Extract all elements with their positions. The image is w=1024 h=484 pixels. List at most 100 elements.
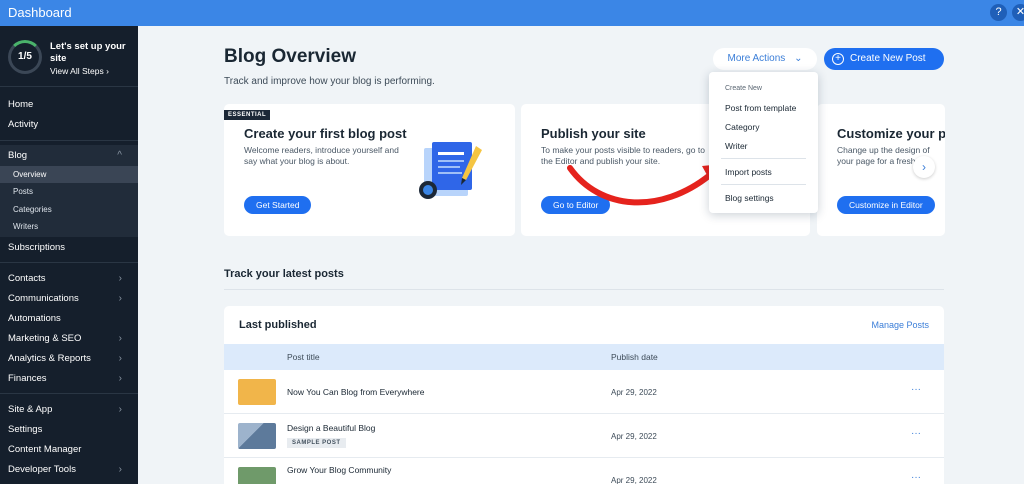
sidebar-item-label: Content Manager (8, 444, 82, 455)
sidebar-item-label: Settings (8, 424, 43, 435)
sample-post-tag: SAMPLE POST (287, 438, 346, 448)
chevron-up-icon: ^ (117, 150, 122, 161)
table-row[interactable]: Design a Beautiful Blog SAMPLE POST Apr … (224, 414, 944, 458)
post-title: Now You Can Blog from Everywhere (287, 387, 425, 397)
progress-ring: 1/5 (8, 40, 42, 74)
sidebar-item-label: Blog (8, 150, 28, 161)
sidebar-item-home[interactable]: Home (0, 96, 138, 114)
sidebar-item-label: Contacts (8, 273, 46, 284)
more-options-icon[interactable]: ··· (911, 472, 921, 483)
sidebar-item-automations[interactable]: Automations (0, 310, 138, 328)
manage-posts-link[interactable]: Manage Posts (871, 320, 929, 330)
plus-icon: + (832, 53, 844, 65)
annotation-arrow (567, 164, 722, 206)
menu-item-post-from-template[interactable]: Post from template (725, 103, 796, 113)
dropdown-divider (721, 158, 806, 159)
menu-item-blog-settings[interactable]: Blog settings (725, 193, 774, 203)
card-description: Welcome readers, introduce yourself and … (244, 145, 399, 166)
column-header-publish-date: Publish date (611, 352, 658, 362)
page-subtitle: Track and improve how your blog is perfo… (224, 76, 435, 87)
page-title: Blog Overview (224, 46, 356, 67)
sidebar-item-label: Activity (8, 119, 39, 130)
chevron-right-icon: › (118, 273, 122, 284)
get-started-button[interactable]: Get Started (244, 196, 312, 214)
sidebar-item-developer-tools[interactable]: Developer Tools › (0, 461, 138, 479)
main-content: Blog Overview Track and improve how your… (138, 26, 1024, 484)
create-new-post-button[interactable]: + Create New Post (824, 48, 944, 70)
sidebar: 1/5 Let's set up your site View All Step… (0, 26, 138, 484)
sidebar-item-finances[interactable]: Finances › (0, 370, 138, 388)
last-published-card: Last published Manage Posts Post title P… (224, 306, 944, 484)
sidebar-item-label: Communications (8, 293, 79, 304)
sidebar-divider (0, 262, 138, 263)
sidebar-subitem-label: Writers (13, 222, 39, 231)
menu-item-category[interactable]: Category (725, 122, 760, 132)
more-actions-button[interactable]: More Actions ⌄ (713, 48, 817, 70)
sidebar-subitem-label: Posts (13, 187, 34, 196)
sidebar-subitem-overview[interactable]: Overview (0, 166, 138, 183)
post-title: Grow Your Blog Community (287, 465, 392, 475)
menu-item-import-posts[interactable]: Import posts (725, 167, 772, 177)
sidebar-item-label: Marketing & SEO (8, 333, 82, 344)
sidebar-item-label: Finances (8, 373, 47, 384)
setup-progress[interactable]: 1/5 Let's set up your site View All Step… (0, 26, 138, 87)
sidebar-item-label: Subscriptions (8, 242, 66, 253)
app-title: Dashboard (8, 5, 72, 20)
menu-item-writer[interactable]: Writer (725, 141, 748, 151)
card-title: Create your first blog post (244, 126, 407, 141)
help-icon[interactable]: ? (990, 4, 1007, 21)
sidebar-item-contacts[interactable]: Contacts › (0, 270, 138, 288)
top-bar: Dashboard ? ✕ (0, 0, 1024, 26)
publish-date: Apr 29, 2022 (611, 476, 657, 484)
close-icon[interactable]: ✕ (1012, 4, 1024, 21)
column-header-post-title: Post title (287, 352, 320, 362)
sidebar-subitem-writers[interactable]: Writers (0, 218, 138, 235)
dropdown-heading: Create New (725, 85, 762, 92)
last-published-title: Last published (239, 319, 317, 331)
chevron-down-icon: ⌄ (794, 53, 803, 64)
sidebar-subitem-categories[interactable]: Categories (0, 201, 138, 218)
card-title: Publish your site (541, 126, 646, 141)
table-row[interactable]: Now You Can Blog from Everywhere Apr 29,… (224, 370, 944, 414)
card-first-post: ESSENTIAL Create your first blog post We… (224, 104, 515, 236)
post-thumbnail (238, 379, 276, 405)
sidebar-subitem-label: Categories (13, 205, 52, 214)
sidebar-item-label: Home (8, 99, 34, 110)
chevron-right-icon: › (118, 293, 122, 304)
card-title: Customize your p (837, 126, 945, 141)
sidebar-item-communications[interactable]: Communications › (0, 290, 138, 308)
setup-title: Let's set up your site (50, 41, 126, 64)
sidebar-item-label: Site & App (8, 404, 53, 415)
customize-in-editor-button[interactable]: Customize in Editor (837, 196, 935, 214)
publish-date: Apr 29, 2022 (611, 432, 657, 441)
sidebar-item-analytics-reports[interactable]: Analytics & Reports › (0, 350, 138, 368)
sidebar-item-subscriptions[interactable]: Subscriptions (0, 239, 138, 257)
sidebar-item-label: Developer Tools (8, 464, 76, 475)
sidebar-divider (0, 393, 138, 394)
more-options-icon[interactable]: ··· (911, 428, 921, 439)
sidebar-item-activity[interactable]: Activity (0, 116, 138, 134)
table-row[interactable]: Grow Your Blog Community Apr 29, 2022 ··… (224, 458, 944, 484)
sidebar-item-marketing-seo[interactable]: Marketing & SEO › (0, 330, 138, 348)
carousel-next-icon[interactable]: › (913, 156, 935, 178)
sidebar-item-blog[interactable]: Blog ^ (0, 147, 138, 165)
sidebar-item-site-app[interactable]: Site & App › (0, 401, 138, 419)
sidebar-divider (0, 140, 138, 141)
sidebar-subitem-posts[interactable]: Posts (0, 183, 138, 200)
more-actions-label: More Actions (727, 53, 786, 64)
more-actions-dropdown: Create New Post from template Category W… (709, 72, 818, 213)
sidebar-item-label: Analytics & Reports (8, 353, 91, 364)
dropdown-divider (721, 184, 806, 185)
sidebar-item-content-manager[interactable]: Content Manager (0, 441, 138, 459)
post-thumbnail (238, 423, 276, 449)
post-thumbnail (238, 467, 276, 484)
chevron-right-icon: › (118, 333, 122, 344)
view-all-steps-link[interactable]: View All Steps › (50, 66, 109, 76)
more-options-icon[interactable]: ··· (911, 384, 921, 395)
post-title: Design a Beautiful Blog (287, 423, 376, 433)
publish-date: Apr 29, 2022 (611, 388, 657, 397)
chevron-right-icon: › (118, 373, 122, 384)
essential-badge: ESSENTIAL (224, 110, 271, 120)
sidebar-item-label: Automations (8, 313, 61, 324)
sidebar-item-settings[interactable]: Settings (0, 421, 138, 439)
